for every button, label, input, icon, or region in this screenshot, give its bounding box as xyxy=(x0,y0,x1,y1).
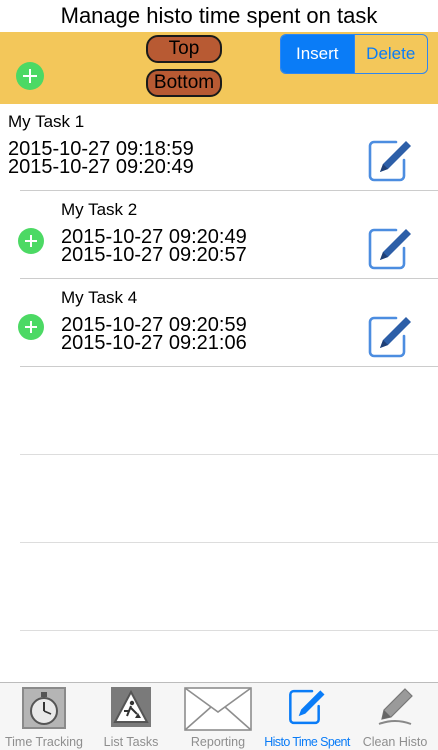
delete-segment[interactable]: Delete xyxy=(353,35,428,73)
edit-icon[interactable] xyxy=(366,314,414,360)
empty-row xyxy=(0,368,438,455)
insert-delete-segmented-control[interactable]: Insert Delete xyxy=(280,34,428,74)
list-item[interactable]: My Task 2 2015-10-27 09:20:49 2015-10-27… xyxy=(0,192,438,279)
bottom-button[interactable]: Bottom xyxy=(146,69,222,97)
empty-row xyxy=(0,456,438,543)
tab-label: Time Tracking xyxy=(4,735,84,749)
tab-label: Histo Time Spent xyxy=(264,735,350,749)
task-times: 2015-10-27 09:18:59 2015-10-27 09:20:49 xyxy=(8,139,194,178)
task-times: 2015-10-27 09:20:59 2015-10-27 09:21:06 xyxy=(61,315,247,354)
tab-label: List Tasks xyxy=(103,735,159,749)
tab-clean-histo[interactable]: Clean Histo xyxy=(352,683,438,750)
list-item[interactable]: My Task 4 2015-10-27 09:20:59 2015-10-27… xyxy=(0,280,438,367)
add-task-icon[interactable] xyxy=(16,62,44,90)
bottom-button-label: Bottom xyxy=(153,72,215,93)
edit-icon[interactable] xyxy=(366,226,414,272)
page-title: Manage histo time spent on task xyxy=(0,0,438,32)
envelope-icon xyxy=(184,687,252,731)
empty-row xyxy=(0,544,438,631)
stopwatch-icon xyxy=(22,687,66,729)
row-divider xyxy=(20,278,438,279)
tab-histo-time-spent[interactable]: Histo Time Spent xyxy=(262,683,352,750)
edit-icon[interactable] xyxy=(366,138,414,184)
toolbar: Top Bottom Insert Delete xyxy=(0,32,438,104)
top-button-label: Top xyxy=(168,38,200,59)
tab-label: Reporting xyxy=(190,735,246,749)
list-item[interactable]: My Task 1 2015-10-27 09:18:59 2015-10-27… xyxy=(0,104,438,191)
tab-reporting[interactable]: Reporting xyxy=(174,683,262,750)
row-divider xyxy=(20,366,438,367)
task-name: My Task 2 xyxy=(61,200,138,219)
row-divider xyxy=(20,542,438,543)
road-sign-icon xyxy=(111,687,151,727)
task-end-time: 2015-10-27 09:20:57 xyxy=(61,244,247,266)
task-end-time: 2015-10-27 09:21:06 xyxy=(61,332,247,354)
row-divider xyxy=(20,454,438,455)
tab-label: Clean Histo xyxy=(362,735,428,749)
histo-list: My Task 1 2015-10-27 09:18:59 2015-10-27… xyxy=(0,104,438,682)
tab-time-tracking[interactable]: Time Tracking xyxy=(0,683,88,750)
task-name: My Task 4 xyxy=(61,288,138,307)
task-name: My Task 1 xyxy=(8,112,85,131)
delete-segment-label: Delete xyxy=(366,44,416,63)
top-button[interactable]: Top xyxy=(146,35,222,63)
tab-list-tasks[interactable]: List Tasks xyxy=(88,683,174,750)
row-divider xyxy=(20,630,438,631)
row-divider xyxy=(20,190,438,191)
task-times: 2015-10-27 09:20:49 2015-10-27 09:20:57 xyxy=(61,227,247,266)
edit-icon xyxy=(289,689,325,725)
add-icon[interactable] xyxy=(18,314,44,340)
task-end-time: 2015-10-27 09:20:49 xyxy=(8,156,194,178)
tab-bar: Time Tracking List Tasks Reporting Histo… xyxy=(0,682,438,750)
insert-segment-label: Insert xyxy=(295,44,339,63)
add-icon[interactable] xyxy=(18,228,44,254)
insert-segment[interactable]: Insert xyxy=(281,35,354,73)
page-title-text: Manage histo time spent on task xyxy=(60,3,378,28)
pencil-icon xyxy=(378,688,413,725)
